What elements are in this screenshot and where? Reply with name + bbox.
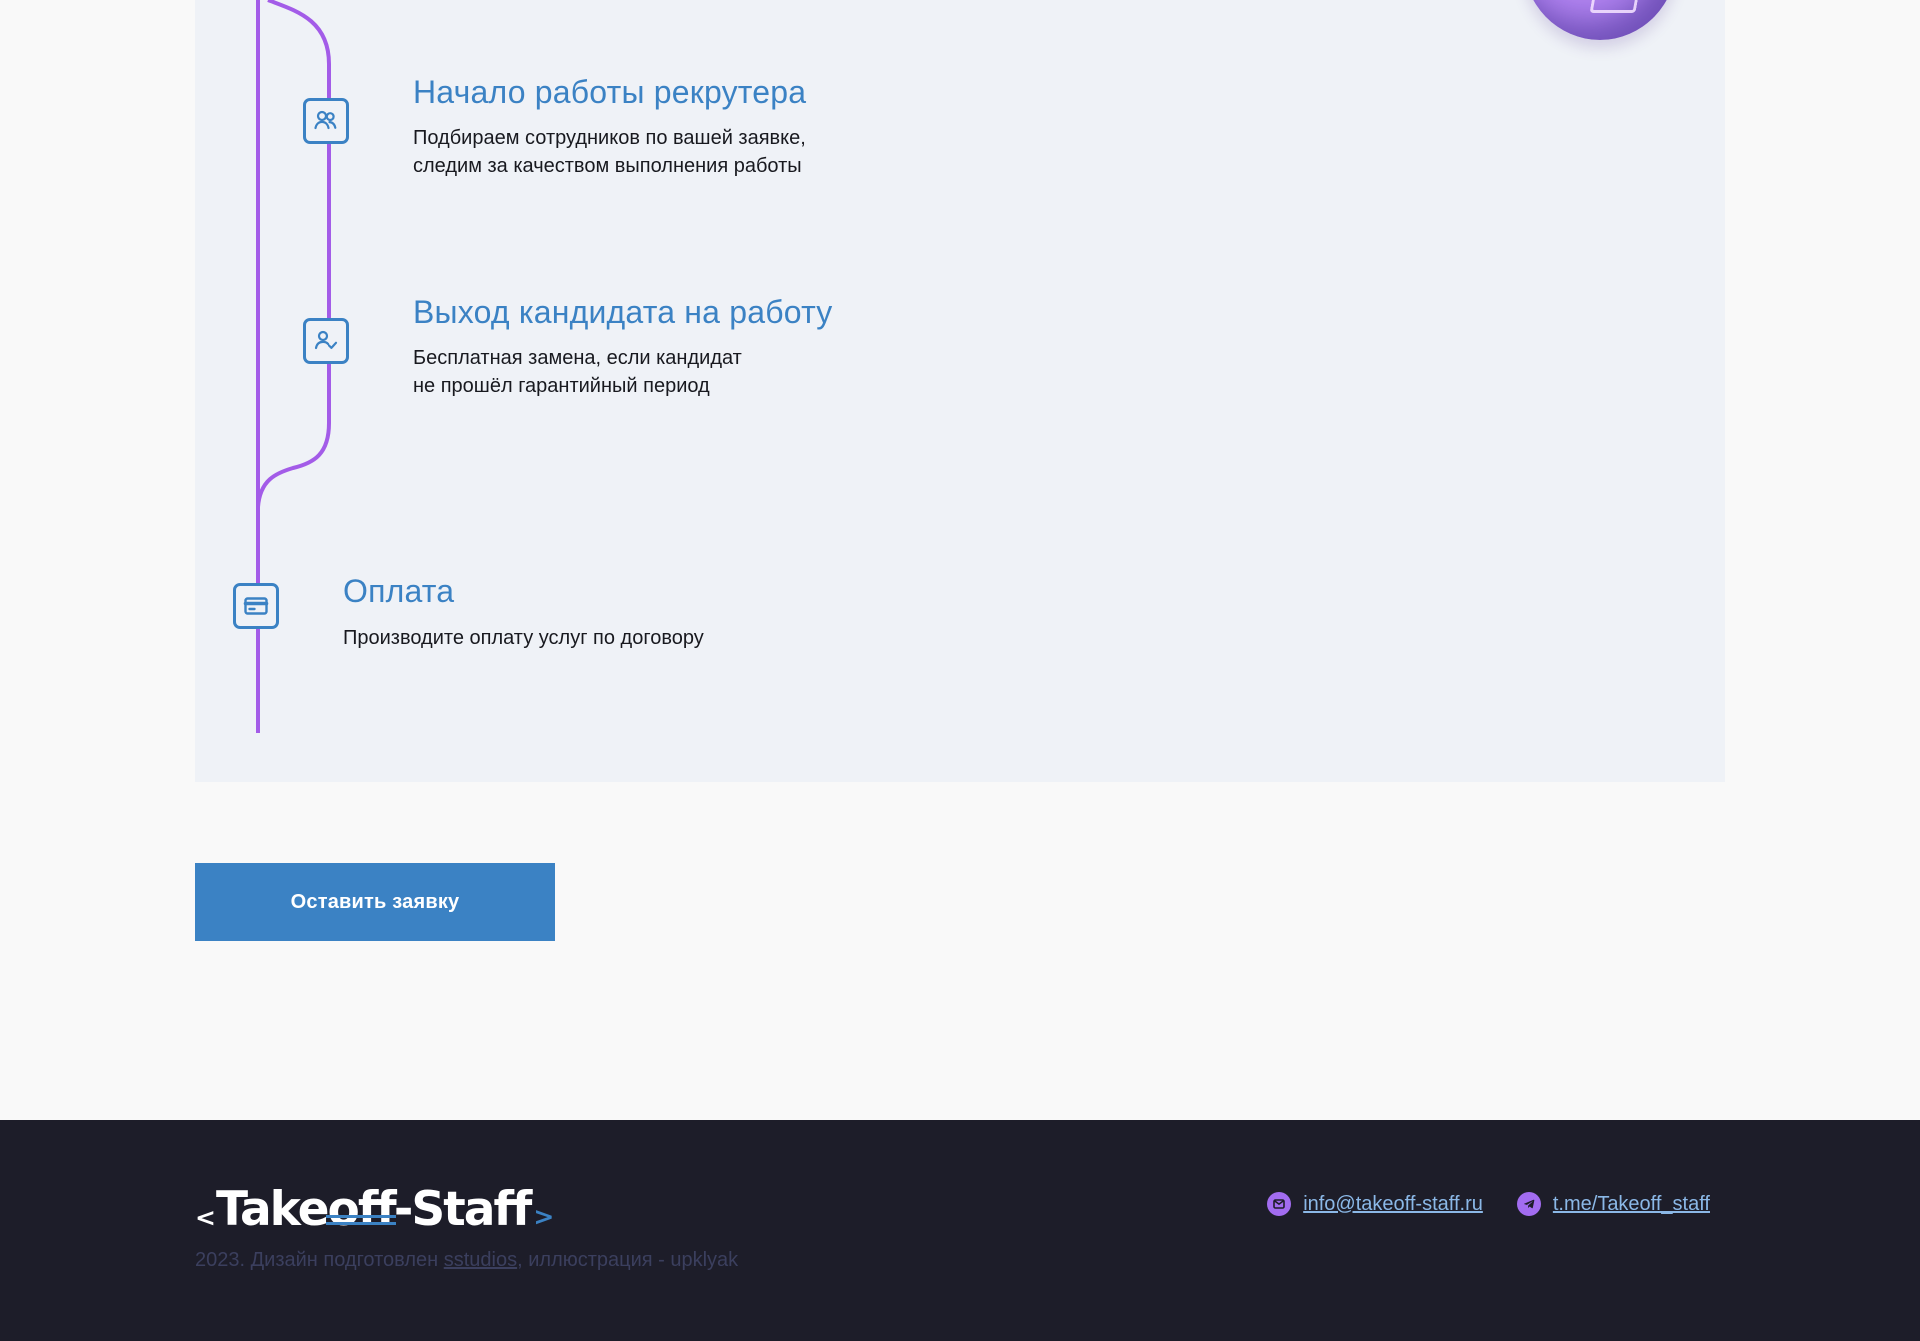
email-link[interactable]: info@takeoff-staff.ru — [1303, 1192, 1483, 1216]
user-check-icon — [303, 318, 349, 364]
logo-right-bracket: > — [533, 1202, 554, 1231]
step-title: Оплата — [343, 573, 455, 609]
users-icon — [303, 98, 349, 144]
takeoff-staff-logo[interactable]: < Takeoff-Staff > — [195, 1182, 554, 1237]
copyright-text: 2023. Дизайн подготовлен sstudios, иллюс… — [195, 1249, 739, 1271]
telegram-icon — [1516, 1192, 1541, 1216]
step-description: Производите оплату услуг по договору — [343, 627, 704, 649]
timeline-panel: Начало работы рекрутера Подбираем сотруд… — [195, 0, 1725, 782]
step-description: Бесплатная замена, если кандидат не прош… — [413, 347, 742, 397]
telegram-contact[interactable]: t.me/Takeoff_staff — [1516, 1192, 1710, 1216]
mail-icon — [1267, 1192, 1292, 1216]
leave-request-button[interactable]: Оставить заявку — [195, 863, 555, 941]
sstudios-link[interactable]: sstudios — [444, 1249, 517, 1271]
footer-contacts: info@takeoff-staff.ru t.me/Takeoff_staff — [1267, 1192, 1710, 1216]
email-contact[interactable]: info@takeoff-staff.ru — [1267, 1192, 1483, 1216]
logo-left-bracket: < — [195, 1203, 216, 1232]
credit-card-icon — [233, 583, 279, 629]
step-title: Выход кандидата на работу — [413, 294, 833, 330]
page: Начало работы рекрутера Подбираем сотруд… — [0, 0, 1920, 1341]
telegram-link[interactable]: t.me/Takeoff_staff — [1553, 1192, 1710, 1216]
step-title: Начало работы рекрутера — [413, 74, 807, 110]
step-description: Подбираем сотрудников по вашей заявке, с… — [413, 127, 806, 177]
footer: < Takeoff-Staff > 2023. Дизайн подготовл… — [0, 1120, 1920, 1341]
logo-name: Takeoff-Staff — [215, 1182, 532, 1237]
